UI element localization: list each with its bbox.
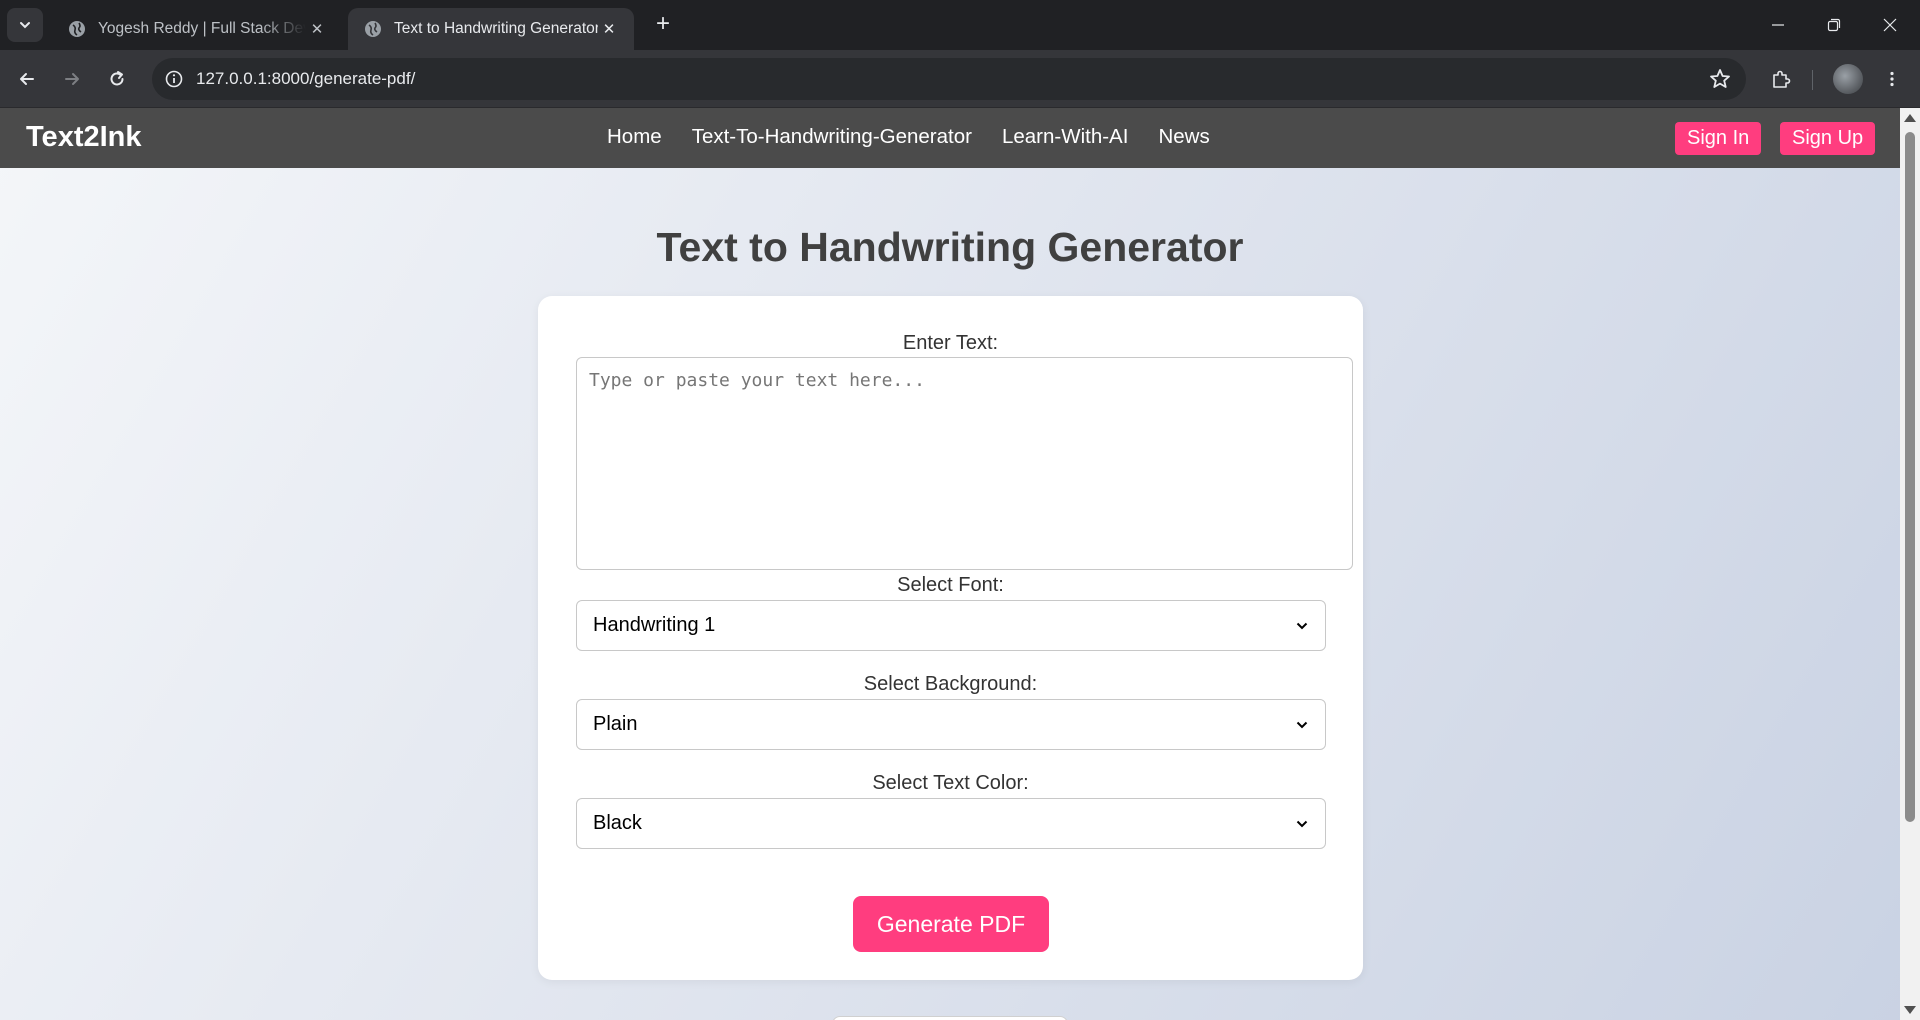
- font-select-value: Handwriting 1: [593, 614, 716, 636]
- generator-form: Enter Text: Select Font: Handwriting 1 S…: [538, 296, 1363, 980]
- globe-icon: [69, 21, 85, 37]
- color-select-value: Black: [593, 812, 642, 834]
- page-title: Text to Handwriting Generator: [656, 224, 1244, 270]
- tab-search-button[interactable]: [7, 8, 43, 42]
- background-select[interactable]: Plain: [576, 699, 1326, 750]
- site-info-button[interactable]: [160, 65, 188, 93]
- nav-home[interactable]: Home: [607, 125, 662, 149]
- puzzle-icon: [1773, 70, 1791, 88]
- scroll-thumb[interactable]: [1905, 132, 1915, 822]
- text-label: Enter Text:: [902, 332, 999, 354]
- font-select[interactable]: Handwriting 1: [576, 600, 1326, 651]
- color-label: Select Text Color:: [872, 772, 1029, 794]
- tab-title: Text to Handwriting Generator: [394, 20, 598, 37]
- close-icon: [1883, 18, 1897, 32]
- arrow-right-icon: [65, 73, 79, 85]
- background-label: Select Background:: [863, 673, 1038, 695]
- sign-in-button[interactable]: Sign In: [1675, 122, 1762, 155]
- nav-news[interactable]: News: [1158, 125, 1209, 149]
- browser-toolbar: 127.0.0.1:8000/generate-pdf/: [0, 50, 1920, 108]
- profile-avatar[interactable]: [1833, 64, 1863, 94]
- tab-strip: Yogesh Reddy | Full Stack Developer ✕ Te…: [0, 0, 1920, 50]
- main-nav: Home Text-To-Handwriting-Generator Learn…: [607, 125, 1210, 149]
- tab-handwriting-generator[interactable]: Text to Handwriting Generator ✕: [348, 8, 634, 50]
- background-select-value: Plain: [593, 713, 638, 735]
- site-navbar: Text2Ink Home Text-To-Handwriting-Genera…: [0, 108, 1900, 168]
- forward-button[interactable]: [57, 64, 87, 94]
- nav-learn-with-ai[interactable]: Learn-With-AI: [1002, 125, 1128, 149]
- menu-button[interactable]: [1877, 64, 1907, 94]
- reload-button[interactable]: [102, 64, 132, 94]
- chevron-down-icon: [1296, 820, 1308, 827]
- chevron-down-icon: [20, 22, 30, 29]
- minimize-button[interactable]: [1750, 0, 1806, 50]
- restore-button[interactable]: [1806, 0, 1862, 50]
- color-select[interactable]: Black: [576, 798, 1326, 849]
- close-window-button[interactable]: [1862, 0, 1918, 50]
- info-icon: [165, 70, 183, 88]
- extensions-button[interactable]: [1766, 64, 1796, 94]
- restore-icon: [1827, 18, 1841, 32]
- chevron-down-icon: [1296, 622, 1308, 629]
- tab-portfolio[interactable]: Yogesh Reddy | Full Stack Developer ✕: [52, 8, 342, 50]
- site-logo[interactable]: Text2Ink: [26, 121, 142, 154]
- toolbar-divider: [1812, 70, 1813, 90]
- tab-title: Yogesh Reddy | Full Stack Developer: [98, 20, 306, 37]
- nav-text-to-handwriting-generator[interactable]: Text-To-Handwriting-Generator: [692, 125, 972, 149]
- sign-up-button[interactable]: Sign Up: [1780, 122, 1876, 155]
- partial-element-below: [832, 1016, 1068, 1020]
- scroll-up-arrow[interactable]: [1904, 114, 1916, 122]
- minimize-icon: [1772, 24, 1784, 26]
- back-button[interactable]: [12, 64, 42, 94]
- reload-icon: [110, 71, 124, 86]
- close-icon[interactable]: ✕: [306, 18, 328, 40]
- address-bar[interactable]: 127.0.0.1:8000/generate-pdf/: [152, 58, 1746, 100]
- text-input[interactable]: [576, 357, 1353, 570]
- page-scrollbar[interactable]: [1900, 108, 1920, 1020]
- arrow-left-icon: [20, 73, 34, 85]
- globe-icon: [365, 21, 381, 37]
- chevron-down-icon: [1296, 721, 1308, 728]
- font-label: Select Font:: [897, 574, 1004, 596]
- page-viewport: Text2Ink Home Text-To-Handwriting-Genera…: [0, 108, 1920, 1020]
- url-text: 127.0.0.1:8000/generate-pdf/: [196, 69, 416, 88]
- more-vertical-icon: [1890, 71, 1894, 87]
- scroll-down-arrow[interactable]: [1904, 1006, 1916, 1014]
- generate-pdf-button[interactable]: Generate PDF: [853, 896, 1049, 952]
- new-tab-button[interactable]: +: [650, 12, 676, 38]
- close-icon[interactable]: ✕: [598, 18, 620, 40]
- star-icon[interactable]: [1708, 67, 1732, 91]
